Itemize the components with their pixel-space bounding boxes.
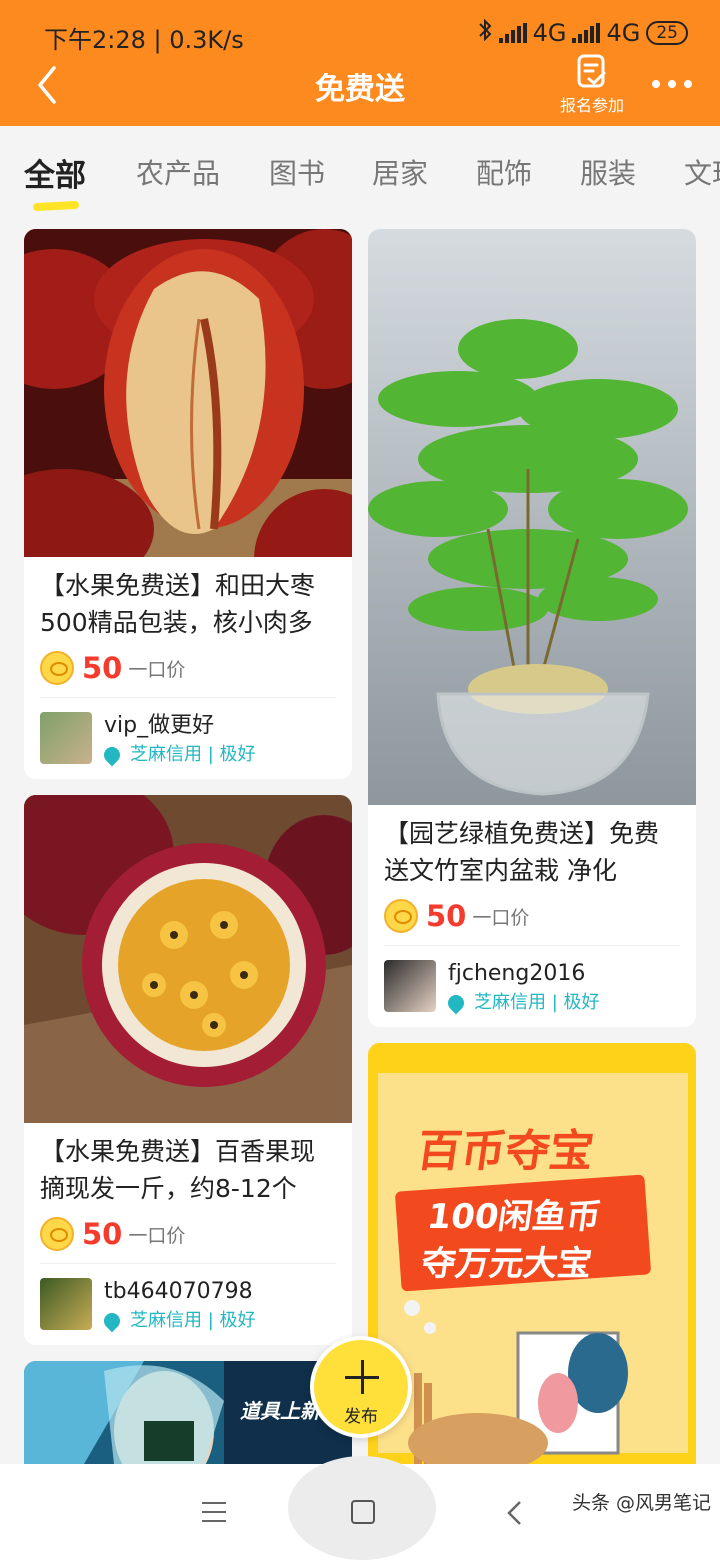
- item-image: [24, 795, 352, 1123]
- signup-label: 报名参加: [559, 96, 624, 115]
- signup-button[interactable]: 报名参加: [556, 54, 628, 116]
- category-tabs: 全部 农产品 图书 居家 配饰 服装 文玩: [0, 126, 720, 216]
- price-unit: 一口价: [472, 906, 530, 929]
- item-card-plant[interactable]: 【园艺绿植免费送】免费送文竹室内盆栽 净化 50 一口价 fjcheng2016…: [368, 229, 696, 1027]
- seller-name: vip_做更好: [104, 713, 215, 738]
- item-image: [368, 229, 696, 805]
- promo-banner[interactable]: 百币夺宝 100闲鱼币 夺万元大宝: [368, 1043, 696, 1464]
- top-bar: 下午2:28 | 0.3K/s 4G 4G 25 免费送 报名参加: [0, 0, 720, 126]
- home-icon[interactable]: [351, 1500, 375, 1524]
- seller-name: fjcheng2016: [448, 961, 586, 986]
- item-image: [24, 229, 352, 557]
- coin-icon: [40, 651, 74, 685]
- credit-icon: [100, 1309, 124, 1333]
- item-title: 【水果免费送】百香果现摘现发一斤，约8-12个: [40, 1137, 316, 1203]
- watermark: 头条 @风男笔记: [572, 1492, 712, 1514]
- status-speed: 0.3K/s: [169, 26, 244, 54]
- tab-accessories[interactable]: 配饰: [476, 152, 532, 192]
- network-type-2: 4G: [606, 19, 641, 47]
- price-row: 50 一口价: [368, 889, 696, 933]
- credit-badge: 芝麻信用 | 极好: [100, 740, 256, 770]
- coin-icon: [384, 899, 418, 933]
- credit-icon: [444, 991, 468, 1015]
- game-banner[interactable]: 道具上新: [24, 1361, 352, 1464]
- price-unit: 一口价: [128, 1224, 186, 1247]
- status-right: 4G 4G 25: [477, 18, 688, 48]
- tab-agriculture[interactable]: 农产品: [136, 152, 220, 192]
- publish-label: 发布: [344, 1407, 378, 1427]
- item-price: 50: [426, 899, 467, 933]
- item-card-passion-fruit[interactable]: 【水果免费送】百香果现摘现发一斤，约8-12个 50 一口价 tb4640707…: [24, 795, 352, 1345]
- promo-line-1: 100闲鱼币: [424, 1197, 604, 1237]
- avatar: [384, 960, 436, 1012]
- status-time: 下午2:28: [44, 26, 146, 54]
- tab-all[interactable]: 全部: [24, 150, 86, 195]
- form-check-icon: [577, 54, 606, 88]
- price-unit: 一口价: [128, 658, 186, 681]
- avatar: [40, 1278, 92, 1330]
- status-separator: |: [153, 26, 170, 54]
- tab-books[interactable]: 图书: [269, 152, 325, 192]
- signal-icon-2: [572, 23, 601, 43]
- item-title: 【水果免费送】和田大枣500精品包装，核小肉多: [40, 571, 316, 637]
- item-price: 50: [82, 1217, 123, 1251]
- seller-name: tb464070798: [104, 1279, 253, 1304]
- price-row: 50 一口价: [24, 1207, 352, 1251]
- promo-title: 百币夺宝: [413, 1126, 597, 1177]
- publish-button[interactable]: 发布: [310, 1336, 412, 1438]
- credit-badge: 芝麻信用 | 极好: [100, 1306, 256, 1336]
- item-title: 【园艺绿植免费送】免费送文竹室内盆栽 净化: [384, 819, 660, 885]
- battery-icon: 25: [646, 21, 688, 45]
- credit-text: 芝麻信用 | 极好: [474, 992, 600, 1013]
- avatar: [40, 712, 92, 764]
- item-price: 50: [82, 651, 123, 685]
- status-left: 下午2:28 | 0.3K/s: [44, 20, 244, 55]
- item-card-jujube[interactable]: 【水果免费送】和田大枣500精品包装，核小肉多 50 一口价 vip_做更好 芝…: [24, 229, 352, 779]
- system-nav-bar: 头条 @风男笔记: [0, 1456, 720, 1560]
- tab-clothing[interactable]: 服装: [580, 152, 636, 192]
- network-type-1: 4G: [532, 19, 567, 47]
- tab-collectibles[interactable]: 文玩: [684, 152, 720, 192]
- seller-info[interactable]: vip_做更好 芝麻信用 | 极好: [24, 698, 352, 772]
- seller-info[interactable]: fjcheng2016 芝麻信用 | 极好: [368, 946, 696, 1020]
- game-banner-text: 道具上新: [240, 1399, 320, 1423]
- credit-icon: [100, 743, 124, 767]
- bluetooth-icon: [477, 18, 493, 48]
- coin-icon: [40, 1217, 74, 1251]
- tab-home[interactable]: 居家: [372, 152, 428, 192]
- credit-text: 芝麻信用 | 极好: [130, 744, 256, 765]
- seller-info[interactable]: tb464070798 芝麻信用 | 极好: [24, 1264, 352, 1338]
- more-menu-icon[interactable]: [652, 80, 692, 88]
- price-row: 50 一口价: [24, 641, 352, 685]
- plus-icon: [345, 1360, 379, 1394]
- credit-text: 芝麻信用 | 极好: [130, 1310, 256, 1331]
- menu-icon[interactable]: [202, 1502, 226, 1522]
- credit-badge: 芝麻信用 | 极好: [444, 988, 600, 1018]
- promo-line-2: 夺万元大宝: [418, 1244, 595, 1284]
- signal-icon: [498, 23, 527, 43]
- nav-back-icon[interactable]: [506, 1500, 524, 1526]
